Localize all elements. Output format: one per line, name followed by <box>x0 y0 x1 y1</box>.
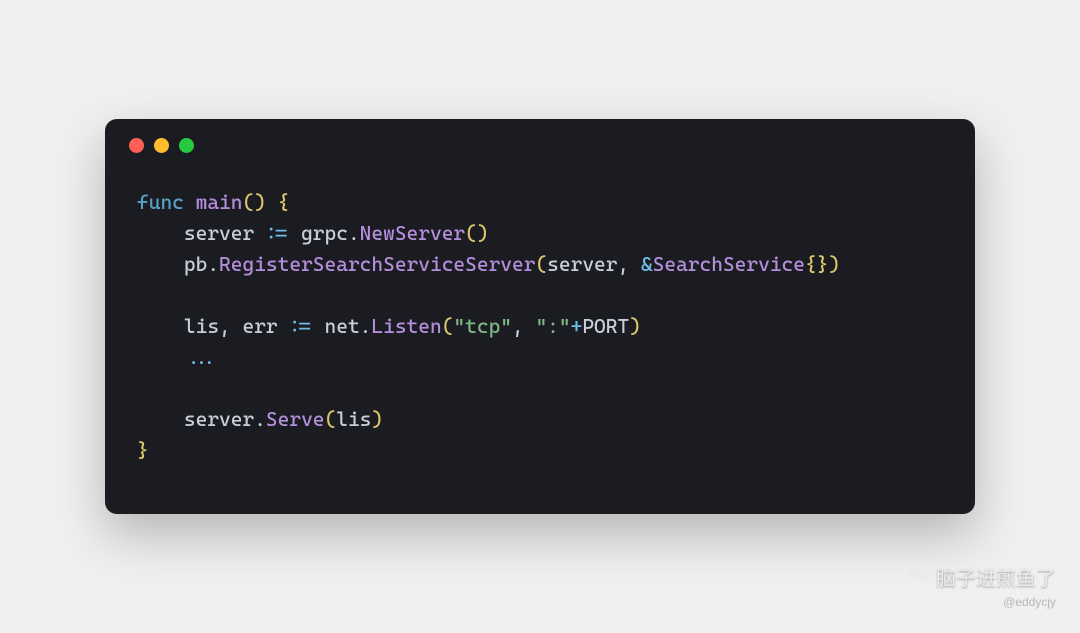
watermark: 脑子进煎鱼了 @eddycjy <box>908 562 1056 609</box>
maximize-icon[interactable] <box>179 138 194 153</box>
watermark-handle: @eddycjy <box>1003 595 1056 609</box>
wechat-icon <box>908 563 930 591</box>
close-icon[interactable] <box>129 138 144 153</box>
code-block: func main() { server := grpc.NewServer()… <box>105 171 975 514</box>
code-window: func main() { server := grpc.NewServer()… <box>105 119 975 514</box>
watermark-text: 脑子进煎鱼了 <box>936 562 1056 591</box>
watermark-top: 脑子进煎鱼了 <box>908 562 1056 591</box>
window-titlebar <box>105 119 975 171</box>
minimize-icon[interactable] <box>154 138 169 153</box>
